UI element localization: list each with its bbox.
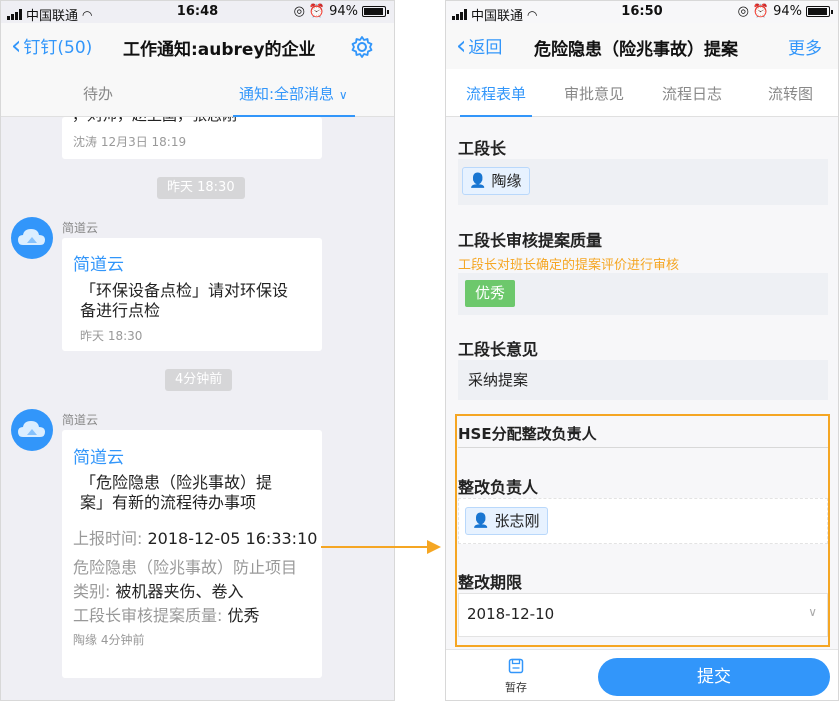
lock-rotation-icon: ◎ [293, 4, 305, 19]
battery-percent: 94% [329, 4, 358, 19]
tab-flow-chart[interactable]: 流转图 [768, 83, 813, 104]
tab-bar: 流程表单 审批意见 流程日志 流转图 [446, 69, 838, 117]
sender-name: 简道云 [62, 413, 99, 427]
chevron-left-icon: ‹ [11, 30, 22, 61]
battery-percent: 94% [773, 4, 802, 19]
opinion-field[interactable]: 采纳提案 [458, 360, 828, 400]
message-source: 简道云 [73, 255, 124, 275]
user-chip[interactable]: 👤 陶缘 [462, 167, 531, 195]
alarm-icon: ⏰ [752, 4, 770, 19]
page-title: 危险隐患（险兆事故）提案 [534, 40, 738, 60]
connector-arrow-line [321, 546, 429, 548]
time-divider: 昨天 18:30 [157, 177, 245, 199]
more-button[interactable]: 更多 [788, 34, 822, 59]
save-draft-button[interactable]: 暂存 [500, 658, 532, 695]
message-card[interactable]: ，刘帅，赵卫国，张志刚 沈涛 12月3日 18:19 [62, 117, 322, 159]
project-label: 危险隐患（险兆事故）防止项目 [73, 558, 298, 577]
highlight-box [455, 414, 830, 647]
time-divider: 4分钟前 [165, 369, 233, 391]
status-bar: 中国联通 ◠ 16:50 ◎ ⏰ 94% [446, 1, 838, 24]
category-label: 类别: [73, 582, 111, 601]
page-title: 工作通知:aubrey的企业 [123, 40, 316, 60]
message-meta: 陶缘 4分钟前 [73, 633, 145, 647]
connector-arrow-head [427, 540, 441, 554]
message-body-line: 案」有新的流程待办事项 [80, 493, 257, 512]
cloud-icon [18, 421, 45, 437]
quality-row: 工段长审核提案质量: 优秀 [73, 602, 260, 626]
sender-name: 简道云 [62, 221, 99, 235]
save-draft-label: 暂存 [505, 681, 527, 694]
message-text: ，刘帅，赵卫国，张志刚 [72, 117, 237, 125]
tab-active-indicator [460, 115, 532, 117]
report-time-label: 上报时间: [73, 529, 143, 548]
quality-badge: 优秀 [465, 280, 516, 307]
tab-notifications[interactable]: 通知:全部消息 ∨ [239, 83, 348, 104]
quality-field[interactable]: 优秀 [458, 273, 828, 315]
nav-bar: ‹ 钉钉(50) 工作通知:aubrey的企业 [1, 23, 394, 69]
user-icon: 👤 [469, 173, 487, 189]
tab-notifications-label: 通知:全部消息 [239, 85, 335, 103]
chevron-down-icon: ∨ [338, 88, 348, 102]
nav-bar: ‹ 返回 危险隐患（险兆事故）提案 更多 [446, 23, 838, 69]
back-label: 钉钉(50) [23, 38, 93, 58]
tab-todo[interactable]: 待办 [83, 83, 113, 104]
foreman-value: 陶缘 [491, 172, 522, 190]
foreman-label: 工段长 [458, 139, 507, 158]
message-body-line: 备进行点检 [80, 301, 161, 320]
dingtalk-work-notice-screen: 中国联通 ◠ 16:48 ◎ ⏰ 94% ‹ 钉钉(50) 工作通知:aubre… [0, 0, 395, 701]
tab-bar: 待办 通知:全部消息 ∨ [1, 69, 394, 117]
status-bar: 中国联通 ◠ 16:48 ◎ ⏰ 94% [1, 1, 394, 24]
category-row: 类别: 被机器夹伤、卷入 [73, 578, 244, 602]
cloud-icon [18, 229, 45, 245]
save-icon [508, 658, 524, 674]
back-button[interactable]: ‹ 返回 [456, 30, 503, 61]
quality-value: 优秀 [227, 606, 260, 625]
message-body-line: 「环保设备点检」请对环保设 [80, 281, 289, 300]
quality-label: 工段长审核提案质量: [73, 606, 223, 625]
foreman-field[interactable]: 👤 陶缘 [458, 159, 828, 205]
alarm-icon: ⏰ [308, 4, 326, 19]
message-card[interactable]: 简道云 「危险隐患（险兆事故）提 案」有新的流程待办事项 上报时间: 2018-… [62, 430, 322, 678]
opinion-label: 工段长意见 [458, 340, 539, 359]
tab-process-log[interactable]: 流程日志 [662, 83, 722, 104]
avatar [11, 217, 53, 259]
report-time-row: 上报时间: 2018-12-05 16:33:10 [73, 525, 317, 549]
gear-icon[interactable] [350, 35, 374, 59]
message-card[interactable]: 简道云 「环保设备点检」请对环保设 备进行点检 昨天 18:30 [62, 238, 322, 351]
message-body-line: 「危险隐患（险兆事故）提 [80, 473, 273, 492]
footer-bar: 暂存 提交 [446, 649, 838, 700]
tab-approval-opinions[interactable]: 审批意见 [564, 83, 624, 104]
chevron-left-icon: ‹ [456, 30, 467, 61]
quality-label: 工段长审核提案质量 [458, 231, 603, 250]
message-meta: 沈涛 12月3日 18:19 [73, 135, 187, 149]
back-button[interactable]: ‹ 钉钉(50) [11, 30, 93, 61]
category-value: 被机器夹伤、卷入 [115, 582, 244, 601]
tab-process-form[interactable]: 流程表单 [466, 83, 526, 104]
submit-button[interactable]: 提交 [598, 658, 830, 696]
battery-icon [362, 6, 389, 17]
lock-rotation-icon: ◎ [737, 4, 749, 19]
report-time-value: 2018-12-05 16:33:10 [147, 529, 318, 548]
quality-hint: 工段长对班长确定的提案评价进行审核 [458, 258, 680, 273]
avatar [11, 409, 53, 451]
battery-icon [806, 6, 833, 17]
message-source: 简道云 [73, 448, 124, 468]
back-label: 返回 [468, 38, 503, 58]
message-meta: 昨天 18:30 [80, 329, 143, 343]
